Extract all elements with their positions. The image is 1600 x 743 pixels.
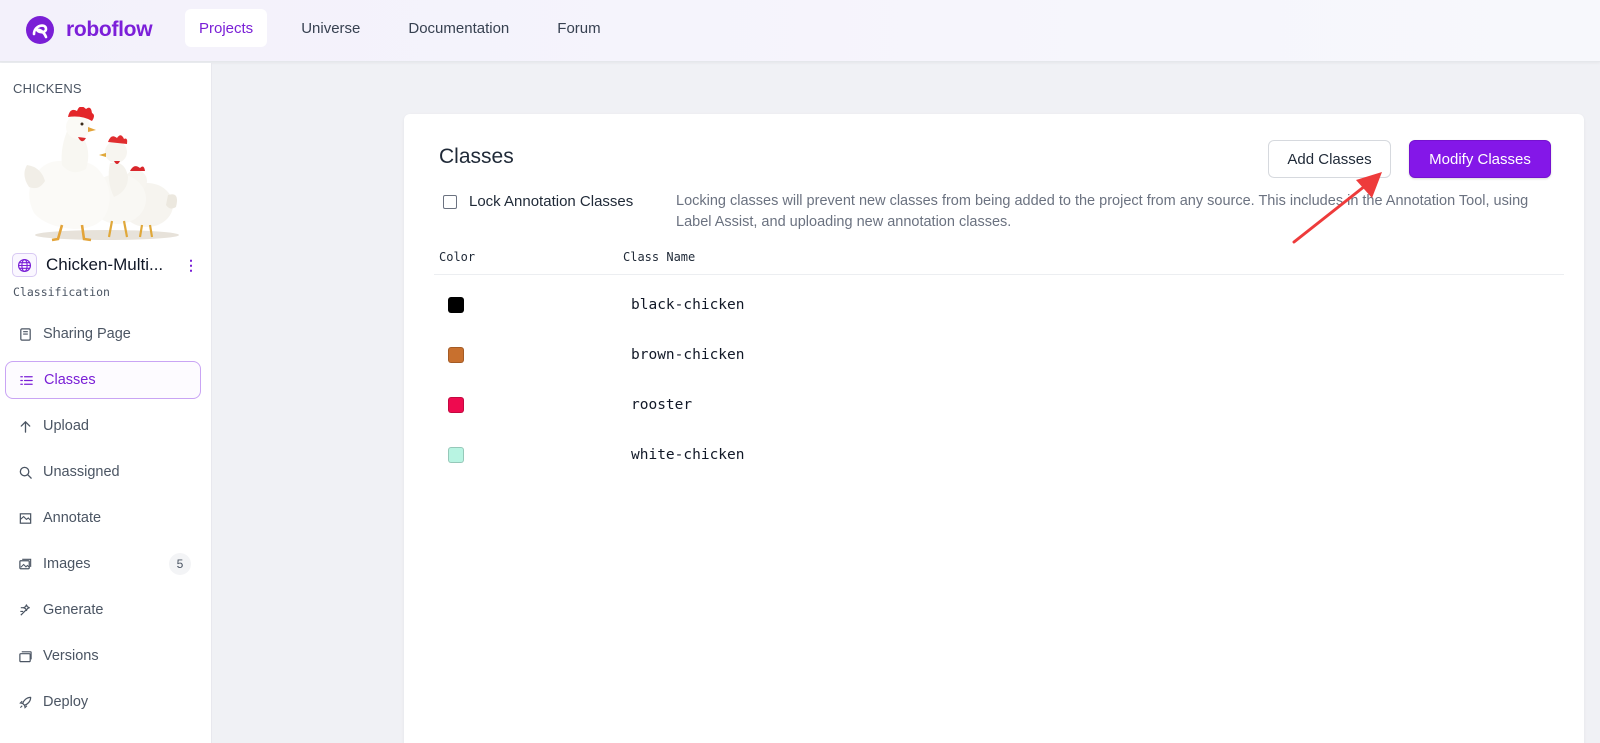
sidebar-item-unassigned[interactable]: Unassigned [5,453,201,491]
sidebar-item-label: Sharing Page [43,326,131,342]
top-navigation-bar: roboflow Projects Universe Documentation… [0,0,1600,62]
sidebar-item-label: Images [43,556,91,572]
project-name: Chicken-Multi... [46,255,164,274]
sidebar-item-label: Upload [43,418,89,434]
table-row[interactable]: white-chicken [434,435,1554,475]
color-swatch[interactable] [448,347,464,363]
sidebar-item-versions[interactable]: Versions [5,637,201,675]
project-caption: CHICKENS [13,81,82,96]
column-header-class-name: Class Name [623,250,696,264]
table-divider [434,274,1564,275]
generate-icon [20,603,30,616]
nav-projects[interactable]: Projects [185,9,268,47]
annotation-arrow-icon [1292,172,1382,244]
class-name: black-chicken [631,297,745,313]
class-name: white-chicken [631,447,745,463]
images-count-badge: 5 [169,553,191,575]
lock-annotation-classes: Lock Annotation Classes [443,193,633,210]
table-row[interactable]: brown-chicken [434,335,1554,375]
rocket-icon [19,696,32,709]
list-icon [20,375,33,385]
color-swatch[interactable] [448,397,464,413]
column-header-color: Color [439,250,476,264]
search-icon [19,466,32,479]
nav-universe[interactable]: Universe [287,9,374,47]
color-swatch[interactable] [448,297,464,313]
roboflow-logo-icon [26,16,54,44]
table-row[interactable]: black-chicken [434,285,1554,325]
annotate-icon [19,512,32,524]
sidebar-item-label: Annotate [43,510,102,526]
brand-name: roboflow [66,18,153,41]
color-swatch[interactable] [448,447,464,463]
lock-classes-checkbox[interactable] [443,194,457,209]
sidebar-item-label: Generate [43,602,104,618]
project-menu-icon[interactable]: ⋮ [184,258,198,272]
sidebar-item-sharing-page[interactable]: Sharing Page [5,315,201,353]
arrow-head [1356,172,1382,198]
upload-arrow-icon [20,420,31,433]
class-name: brown-chicken [631,347,745,363]
sidebar-item-generate[interactable]: Generate [5,591,201,629]
sidebar-item-label: Versions [43,648,99,664]
nav-forum[interactable]: Forum [543,9,614,47]
project-header: Chicken-Multi... ⋮ [12,253,202,277]
sidebar-item-annotate[interactable]: Annotate [5,499,201,537]
classes-card: Classes Add Classes Modify Classes Lock … [404,114,1584,743]
arrow-shaft [1292,180,1372,244]
roboflow-logo[interactable]: roboflow [24,12,153,48]
lock-classes-label[interactable]: Lock Annotation Classes [469,193,633,210]
sidebar-item-label: Classes [44,372,96,388]
images-icon [19,558,32,569]
sidebar-item-classes[interactable]: Classes [5,361,201,399]
project-type: Classification [13,285,110,299]
sidebar-item-upload[interactable]: Upload [5,407,201,445]
globe-icon [12,253,37,277]
page-title: Classes [439,145,514,168]
modify-classes-button[interactable]: Modify Classes [1409,140,1551,178]
versions-icon [19,650,32,662]
sidebar-item-label: Deploy [43,694,89,710]
sidebar-item-label: Unassigned [43,464,120,480]
project-thumbnail [24,107,179,242]
main-nav: Projects Universe Documentation Forum [185,9,635,47]
class-name: rooster [631,397,693,413]
project-sidebar: CHICKENS Chicken-Multi... ⋮ Classificati… [0,63,212,743]
nav-documentation[interactable]: Documentation [394,9,523,47]
book-icon [20,327,31,341]
table-row[interactable]: rooster [434,385,1554,425]
sidebar-item-images[interactable]: Images 5 [5,545,201,583]
lock-description: Locking classes will prevent new classes… [676,193,1529,230]
sidebar-item-deploy[interactable]: Deploy [5,683,201,721]
